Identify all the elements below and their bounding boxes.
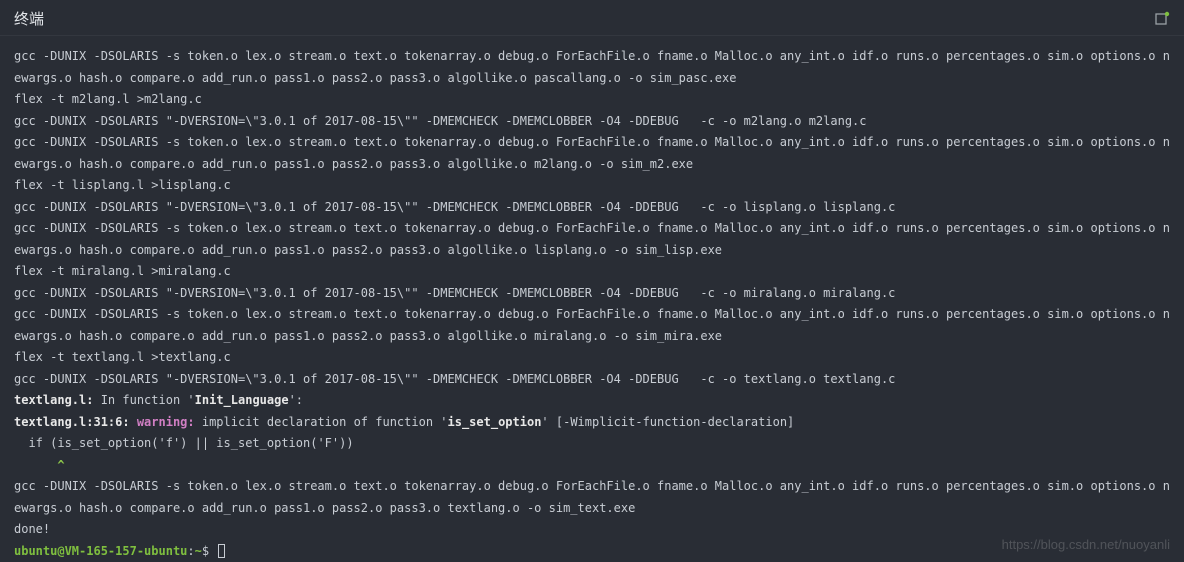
terminal-text-segment: is_set_option <box>448 415 542 429</box>
terminal-text-segment: gcc -DUNIX -DSOLARIS -s token.o lex.o st… <box>14 307 1170 343</box>
terminal-text-segment: ': <box>289 393 303 407</box>
terminal-line: gcc -DUNIX -DSOLARIS "-DVERSION=\"3.0.1 … <box>14 369 1170 391</box>
terminal-title: 终端 <box>14 8 44 29</box>
terminal-text-segment: gcc -DUNIX -DSOLARIS "-DVERSION=\"3.0.1 … <box>14 372 895 386</box>
terminal-line: gcc -DUNIX -DSOLARIS -s token.o lex.o st… <box>14 132 1170 175</box>
maximize-icon[interactable] <box>1154 11 1170 27</box>
terminal-line: ^ <box>14 455 1170 477</box>
terminal-text-segment: if (is_set_option('f') || is_set_option(… <box>14 436 354 450</box>
terminal-text-segment: textlang.l: <box>14 393 93 407</box>
terminal-text-segment: In function ' <box>93 393 194 407</box>
terminal-prompt-line[interactable]: ubuntu@VM-165-157-ubuntu:~$ <box>14 541 1170 562</box>
terminal-line: flex -t miralang.l >miralang.c <box>14 261 1170 283</box>
terminal-text-segment: textlang.l:31:6: <box>14 415 137 429</box>
terminal-text-segment: flex -t miralang.l >miralang.c <box>14 264 231 278</box>
terminal-text-segment: gcc -DUNIX -DSOLARIS "-DVERSION=\"3.0.1 … <box>14 286 895 300</box>
watermark-text: https://blog.csdn.net/nuoyanli <box>1002 537 1170 552</box>
terminal-line: textlang.l:31:6: warning: implicit decla… <box>14 412 1170 434</box>
terminal-text-segment: gcc -DUNIX -DSOLARIS "-DVERSION=\"3.0.1 … <box>14 200 895 214</box>
terminal-line: gcc -DUNIX -DSOLARIS -s token.o lex.o st… <box>14 218 1170 261</box>
terminal-text-segment: gcc -DUNIX -DSOLARIS -s token.o lex.o st… <box>14 221 1170 257</box>
terminal-text-segment: done! <box>14 522 50 536</box>
terminal-text-segment: flex -t m2lang.l >m2lang.c <box>14 92 202 106</box>
terminal-text-segment: flex -t textlang.l >textlang.c <box>14 350 231 364</box>
terminal-text-segment: gcc -DUNIX -DSOLARIS -s token.o lex.o st… <box>14 49 1170 85</box>
terminal-line: flex -t textlang.l >textlang.c <box>14 347 1170 369</box>
terminal-cursor <box>218 544 225 558</box>
terminal-text-segment: Init_Language <box>195 393 289 407</box>
terminal-line: gcc -DUNIX -DSOLARIS -s token.o lex.o st… <box>14 476 1170 519</box>
terminal-text-segment: ' [-Wimplicit-function-declaration] <box>541 415 794 429</box>
prompt-path: ~ <box>195 544 202 558</box>
prompt-symbol: $ <box>202 544 216 558</box>
terminal-text-segment: gcc -DUNIX -DSOLARIS -s token.o lex.o st… <box>14 479 1170 515</box>
terminal-line: gcc -DUNIX -DSOLARIS -s token.o lex.o st… <box>14 46 1170 89</box>
terminal-line: gcc -DUNIX -DSOLARIS "-DVERSION=\"3.0.1 … <box>14 283 1170 305</box>
terminal-text-segment: gcc -DUNIX -DSOLARIS -s token.o lex.o st… <box>14 135 1170 171</box>
terminal-line: gcc -DUNIX -DSOLARIS -s token.o lex.o st… <box>14 304 1170 347</box>
terminal-text-segment <box>14 458 57 472</box>
terminal-text-segment: ^ <box>57 458 64 472</box>
terminal-line: flex -t lisplang.l >lisplang.c <box>14 175 1170 197</box>
terminal-output[interactable]: gcc -DUNIX -DSOLARIS -s token.o lex.o st… <box>0 36 1184 562</box>
terminal-text-segment: flex -t lisplang.l >lisplang.c <box>14 178 231 192</box>
terminal-line: done! <box>14 519 1170 541</box>
terminal-line: gcc -DUNIX -DSOLARIS "-DVERSION=\"3.0.1 … <box>14 197 1170 219</box>
terminal-text-segment: gcc -DUNIX -DSOLARIS "-DVERSION=\"3.0.1 … <box>14 114 867 128</box>
terminal-line: textlang.l: In function 'Init_Language': <box>14 390 1170 412</box>
prompt-user-host: ubuntu@VM-165-157-ubuntu <box>14 544 187 558</box>
prompt-separator: : <box>187 544 194 558</box>
terminal-title-bar: 终端 <box>0 0 1184 36</box>
terminal-line: gcc -DUNIX -DSOLARIS "-DVERSION=\"3.0.1 … <box>14 111 1170 133</box>
terminal-text-segment: implicit declaration of function ' <box>195 415 448 429</box>
terminal-line: flex -t m2lang.l >m2lang.c <box>14 89 1170 111</box>
terminal-text-segment: warning: <box>137 415 195 429</box>
terminal-line: if (is_set_option('f') || is_set_option(… <box>14 433 1170 455</box>
